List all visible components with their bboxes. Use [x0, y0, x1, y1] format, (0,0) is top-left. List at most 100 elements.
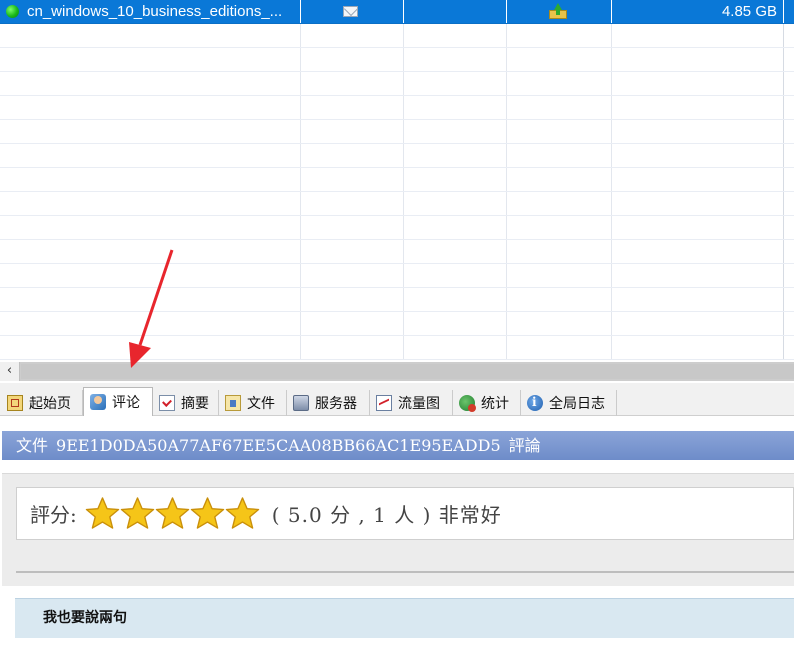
- empty-cell: [0, 336, 301, 359]
- empty-cell: [507, 48, 612, 71]
- empty-cell: [507, 312, 612, 335]
- file-row-empty: [0, 312, 794, 336]
- status-green-dot-icon: [6, 5, 19, 18]
- rating-box: 評分: ( 5.0 分 , 1 人 ) 非常好: [16, 487, 794, 540]
- file-size: 4.85 GB: [721, 3, 777, 20]
- empty-cell: [301, 240, 404, 263]
- tab-start-page[interactable]: 起始页: [1, 390, 83, 416]
- download-cell[interactable]: [507, 0, 612, 23]
- rating-stars: [85, 496, 260, 531]
- file-row-empty: [0, 216, 794, 240]
- name-cell[interactable]: cn_windows_10_business_editions_...: [0, 0, 301, 23]
- empty-cell: [612, 144, 784, 167]
- summary-checklist-icon: [159, 395, 175, 411]
- empty-cell: [0, 312, 301, 335]
- comment-cell[interactable]: [301, 0, 404, 23]
- empty-cell: [0, 240, 301, 263]
- tab-files[interactable]: 文件: [219, 390, 287, 416]
- comment-page-header: 文件 9EE1D0DA50A77AF67EE5CAA08BB66AC1E95EAD…: [2, 431, 794, 460]
- download-tray-icon: [549, 3, 567, 19]
- file-name: cn_windows_10_business_editions_...: [27, 3, 283, 20]
- scroll-left-arrow-icon[interactable]: ‹: [0, 362, 20, 381]
- empty-cell: [507, 120, 612, 143]
- tab-comments[interactable]: 评论: [83, 387, 153, 416]
- empty-cell: [301, 312, 404, 335]
- empty-cell: [612, 168, 784, 191]
- statistics-icon: [459, 395, 476, 412]
- size-cell[interactable]: 4.85 GB: [612, 0, 784, 23]
- empty-cell: [404, 264, 507, 287]
- file-hash: 9EE1D0DA50A77AF67EE5CAA08BB66AC1E95EADD5: [56, 436, 501, 455]
- file-row-selected[interactable]: cn_windows_10_business_editions_... 4.85…: [0, 0, 794, 24]
- empty-cell: [301, 336, 404, 359]
- divider: [16, 571, 794, 573]
- file-row-empty: [0, 144, 794, 168]
- empty-cell: [507, 264, 612, 287]
- tab-label: 文件: [247, 396, 275, 412]
- empty-cell: [0, 216, 301, 239]
- star-icon: [190, 497, 224, 529]
- tab-statistics[interactable]: 统计: [453, 390, 521, 416]
- tab-label: 全局日志: [549, 396, 605, 412]
- file-folder-icon: [225, 395, 241, 411]
- empty-cell: [0, 192, 301, 215]
- star-icon: [85, 497, 119, 529]
- empty-cell: [507, 168, 612, 191]
- empty-cell: [301, 48, 404, 71]
- file-row-empty: [0, 120, 794, 144]
- empty-cell: [404, 72, 507, 95]
- empty-cell: [507, 288, 612, 311]
- comment-user-icon: [90, 394, 106, 410]
- file-row-empty: [0, 168, 794, 192]
- mail-envelope-icon: [343, 6, 358, 17]
- empty-cell: [0, 144, 301, 167]
- tab-label: 流量图: [398, 396, 440, 412]
- empty-cell: [404, 120, 507, 143]
- empty-cell: [301, 192, 404, 215]
- star-icon: [120, 497, 154, 529]
- empty-cell: [0, 72, 301, 95]
- tab-label: 起始页: [29, 396, 71, 412]
- empty-cell: [507, 96, 612, 119]
- empty-cell: [507, 216, 612, 239]
- file-row-empty: [0, 264, 794, 288]
- empty-cell: [507, 240, 612, 263]
- rating-panel: 評分: ( 5.0 分 , 1 人 ) 非常好: [2, 473, 794, 586]
- empty-cell: [301, 168, 404, 191]
- scrollbar-thumb[interactable]: [21, 364, 794, 379]
- empty-cell: [0, 288, 301, 311]
- tab-label: 评论: [112, 395, 140, 411]
- tab-summary[interactable]: 摘要: [153, 390, 219, 416]
- file-row-empty: [0, 48, 794, 72]
- file-row-empty: [0, 72, 794, 96]
- header-prefix: 文件: [16, 436, 49, 455]
- comment-form-box[interactable]: 我也要說兩句: [15, 598, 794, 638]
- empty-cell: [404, 0, 507, 23]
- empty-cell: [612, 216, 784, 239]
- empty-cell: [404, 192, 507, 215]
- tab-label: 服务器: [315, 396, 357, 412]
- empty-cell: [507, 144, 612, 167]
- tab-label: 统计: [481, 396, 509, 412]
- tab-global-log[interactable]: 全局日志: [521, 390, 617, 416]
- empty-cell: [612, 96, 784, 119]
- empty-cell: [612, 288, 784, 311]
- empty-cell: [612, 24, 784, 47]
- tab-traffic-graph[interactable]: 流量图: [370, 390, 453, 416]
- horizontal-scrollbar[interactable]: ‹: [0, 362, 794, 381]
- empty-cell: [404, 336, 507, 359]
- empty-cell: [612, 240, 784, 263]
- empty-cell: [404, 168, 507, 191]
- empty-cell: [301, 288, 404, 311]
- empty-cell: [301, 144, 404, 167]
- file-list-grid[interactable]: cn_windows_10_business_editions_... 4.85…: [0, 0, 794, 362]
- tab-servers[interactable]: 服务器: [287, 390, 370, 416]
- empty-cell: [507, 24, 612, 47]
- empty-cell: [301, 96, 404, 119]
- empty-cell: [301, 216, 404, 239]
- empty-cell: [507, 192, 612, 215]
- empty-cell: [507, 336, 612, 359]
- empty-cell: [301, 264, 404, 287]
- empty-cell: [612, 264, 784, 287]
- empty-cell: [0, 168, 301, 191]
